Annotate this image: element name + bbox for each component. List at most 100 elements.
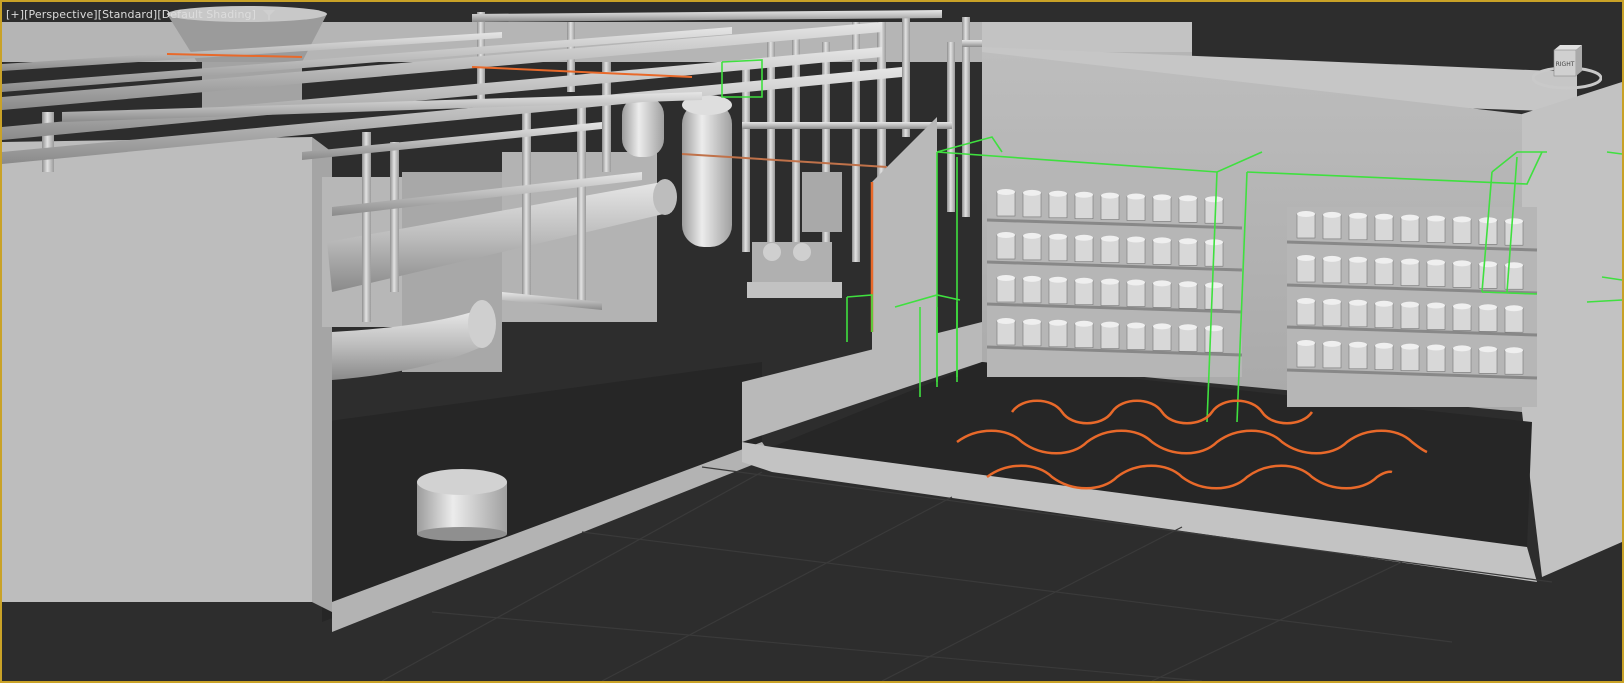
cylinder-object[interactable] — [417, 469, 507, 541]
perspective-viewport[interactable]: [+] [Perspective] [Standard] [Default Sh… — [0, 0, 1624, 683]
container-barrel[interactable] — [1074, 323, 1094, 349]
container-lid — [1153, 323, 1171, 330]
container-barrel[interactable] — [1296, 342, 1316, 368]
container-lid — [1453, 303, 1471, 310]
container-barrel[interactable] — [1478, 263, 1498, 289]
container-barrel[interactable] — [1048, 279, 1068, 305]
container-barrel[interactable] — [1204, 198, 1224, 224]
container-barrel[interactable] — [1426, 262, 1446, 287]
container-barrel[interactable] — [1348, 215, 1368, 241]
container-barrel[interactable] — [1074, 280, 1094, 306]
viewport-general-menu[interactable]: [+] — [6, 8, 24, 21]
container-barrel[interactable] — [1400, 304, 1420, 329]
container-barrel[interactable] — [1126, 196, 1146, 221]
container-lid — [1427, 344, 1445, 351]
container-barrel[interactable] — [1022, 235, 1042, 261]
container-barrel[interactable] — [1426, 347, 1446, 372]
container-barrel[interactable] — [1322, 301, 1342, 327]
vertical-tank[interactable] — [682, 95, 732, 247]
container-barrel[interactable] — [1152, 240, 1172, 265]
container-barrel[interactable] — [1400, 346, 1420, 371]
container-barrel[interactable] — [1452, 306, 1472, 331]
container-barrel[interactable] — [1074, 194, 1094, 219]
container-barrel[interactable] — [1048, 236, 1068, 262]
container-barrel[interactable] — [1322, 343, 1342, 369]
container-barrel[interactable] — [1374, 303, 1394, 329]
container-barrel[interactable] — [1348, 259, 1368, 285]
container-barrel[interactable] — [1348, 302, 1368, 328]
viewport-shading-menu[interactable]: [Default Shading] — [157, 8, 256, 21]
container-barrel[interactable] — [1126, 282, 1146, 307]
container-lid — [1453, 216, 1471, 223]
container-barrel[interactable] — [1178, 241, 1198, 266]
container-lid — [1479, 304, 1497, 311]
container-barrel[interactable] — [1478, 348, 1498, 374]
container-lid — [1453, 345, 1471, 352]
container-barrel[interactable] — [996, 234, 1016, 260]
container-barrel[interactable] — [1504, 307, 1524, 333]
container-barrel[interactable] — [1048, 193, 1068, 219]
container-lid — [997, 275, 1015, 281]
container-barrel[interactable] — [1400, 217, 1420, 242]
container-lid — [1349, 212, 1367, 219]
container-barrel[interactable] — [1452, 263, 1472, 288]
container-lid — [1205, 325, 1223, 332]
container-barrel[interactable] — [1452, 219, 1472, 244]
container-lid — [1049, 276, 1067, 283]
container-barrel[interactable] — [1296, 213, 1316, 239]
container-barrel[interactable] — [1100, 281, 1120, 306]
container-barrel[interactable] — [1296, 300, 1316, 326]
container-barrel[interactable] — [1100, 195, 1120, 220]
container-lid — [1179, 195, 1197, 202]
container-barrel[interactable] — [1322, 214, 1342, 240]
container-barrel[interactable] — [1452, 348, 1472, 373]
container-barrel[interactable] — [1348, 344, 1368, 370]
viewport-pov-menu[interactable]: [Perspective] — [24, 8, 98, 21]
container-barrel[interactable] — [1178, 198, 1198, 223]
container-barrel[interactable] — [1022, 192, 1042, 218]
container-barrel[interactable] — [996, 191, 1016, 217]
container-barrel[interactable] — [1426, 305, 1446, 330]
container-barrel[interactable] — [1426, 218, 1446, 243]
left-wall[interactable] — [2, 137, 312, 602]
container-barrel[interactable] — [1478, 306, 1498, 332]
container-barrel[interactable] — [1178, 326, 1198, 352]
container-barrel[interactable] — [1152, 283, 1172, 308]
container-lid — [1505, 262, 1523, 269]
container-barrel[interactable] — [1100, 238, 1120, 263]
container-lid — [1323, 255, 1341, 262]
container-barrel[interactable] — [1152, 197, 1172, 222]
filter-icon[interactable] — [262, 9, 276, 21]
container-barrel[interactable] — [1022, 278, 1042, 304]
container-barrel[interactable] — [1504, 220, 1524, 246]
viewport-standard-menu[interactable]: [Standard] — [98, 8, 158, 21]
container-barrel[interactable] — [996, 277, 1016, 303]
container-barrel[interactable] — [1126, 325, 1146, 350]
container-barrel[interactable] — [1022, 321, 1042, 347]
container-barrel[interactable] — [1126, 239, 1146, 264]
container-lid — [1023, 318, 1041, 325]
container-barrel[interactable] — [1374, 216, 1394, 241]
container-barrel[interactable] — [1204, 327, 1224, 353]
viewport-scene[interactable] — [2, 2, 1622, 681]
viewcube-icon[interactable]: RIGHT — [1532, 42, 1602, 90]
container-barrel[interactable] — [1374, 260, 1394, 286]
container-barrel[interactable] — [1100, 324, 1120, 349]
container-lid — [1375, 213, 1393, 220]
container-barrel[interactable] — [996, 320, 1016, 346]
container-barrel[interactable] — [1374, 345, 1394, 371]
container-lid — [1297, 255, 1315, 261]
container-barrel[interactable] — [1400, 261, 1420, 286]
container-barrel[interactable] — [1504, 349, 1524, 375]
container-barrel[interactable] — [1296, 257, 1316, 283]
container-barrel[interactable] — [1048, 322, 1068, 348]
container-barrel[interactable] — [1204, 284, 1224, 310]
container-barrel[interactable] — [1178, 283, 1198, 309]
container-lid — [1179, 238, 1197, 245]
container-barrel[interactable] — [1322, 258, 1342, 284]
container-lid — [1179, 324, 1197, 331]
container-lid — [1101, 235, 1119, 242]
container-barrel[interactable] — [1152, 326, 1172, 351]
vertical-tank[interactable] — [622, 97, 664, 157]
container-barrel[interactable] — [1074, 237, 1094, 262]
